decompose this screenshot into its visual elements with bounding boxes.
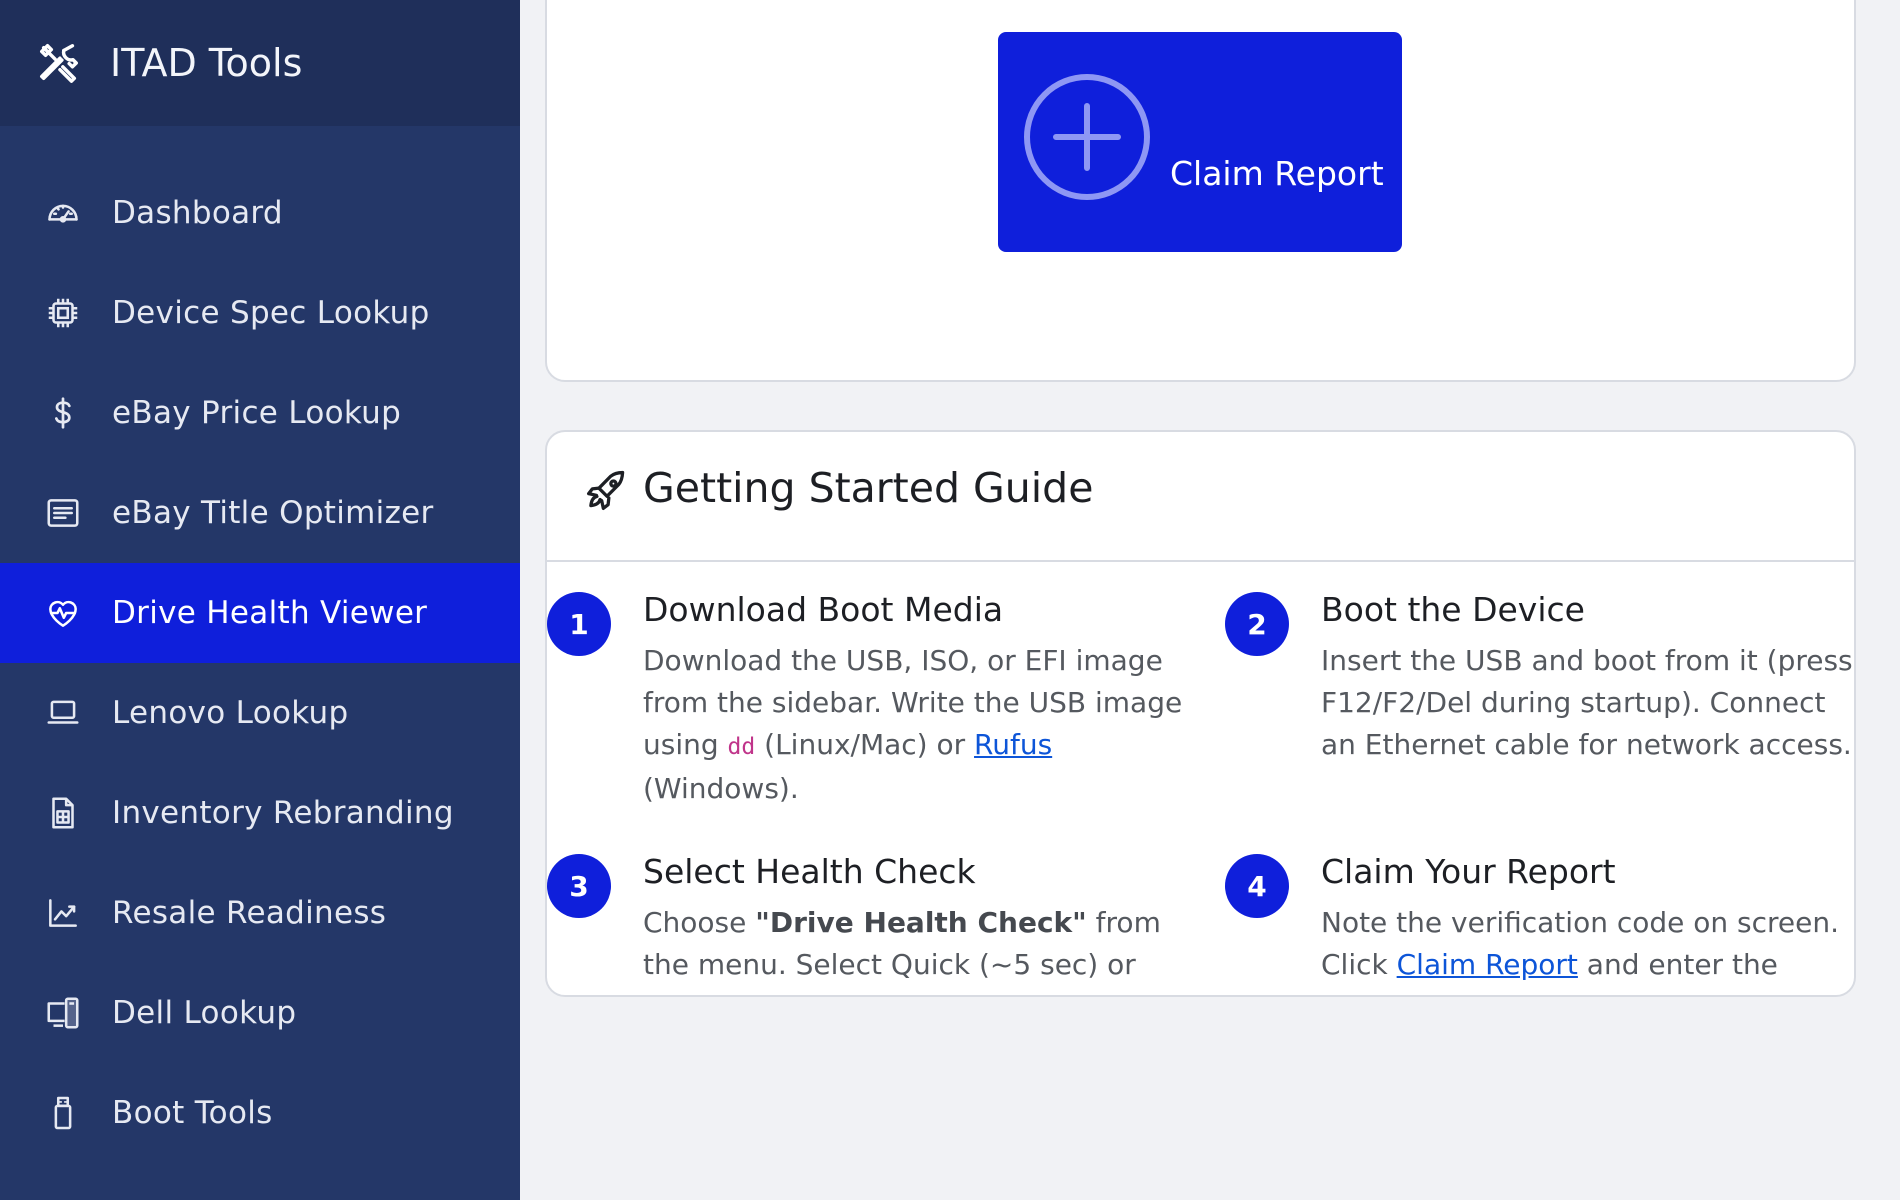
- heart-pulse-icon: [49, 600, 77, 627]
- sidebar-item-inventory-rebranding[interactable]: Inventory Rebranding: [0, 763, 520, 863]
- dollar-icon: [55, 397, 71, 429]
- sidebar-item-label: Inventory Rebranding: [112, 795, 454, 831]
- step-description: Choose "Drive Health Check" from the men…: [643, 902, 1183, 995]
- sidebar-item-boot-tools[interactable]: Boot Tools: [0, 1063, 520, 1163]
- sidebar-item-label: Dell Lookup: [112, 995, 297, 1031]
- sidebar-nav: Dashboard Device Spec Lookup eBay Price …: [0, 163, 520, 1163]
- brand[interactable]: ITAD Tools: [0, 0, 520, 126]
- laptop-icon: [47, 700, 79, 724]
- spreadsheet-file-icon: [52, 797, 74, 829]
- claim-report-label: Claim Report: [1170, 154, 1384, 193]
- sidebar-item-label: Drive Health Viewer: [112, 595, 428, 631]
- step-text-part: Choose: [643, 906, 756, 939]
- step-title: Boot the Device: [1321, 590, 1585, 629]
- sidebar-item-label: Lenovo Lookup: [112, 695, 349, 731]
- sidebar-item-ebay-price-lookup[interactable]: eBay Price Lookup: [0, 363, 520, 463]
- claim-report-link[interactable]: Claim Report: [1397, 948, 1578, 981]
- trend-chart-icon: [49, 899, 77, 927]
- sidebar-item-drive-health-viewer[interactable]: Drive Health Viewer: [0, 563, 520, 663]
- sidebar-item-label: Dashboard: [112, 195, 283, 231]
- dd-command-code: dd: [727, 734, 756, 760]
- sidebar-item-ebay-title-optimizer[interactable]: eBay Title Optimizer: [0, 463, 520, 563]
- tools-icon: [40, 44, 78, 83]
- step-text-part: (Windows).: [643, 772, 799, 805]
- devices-icon: [47, 997, 79, 1029]
- drive-health-check-emphasis: "Drive Health Check": [755, 906, 1087, 939]
- usb-drive-icon: [54, 1096, 72, 1130]
- dashboard-gauge-icon: [48, 204, 78, 223]
- step-number-badge: 4: [1225, 854, 1289, 918]
- sidebar-item-label: Device Spec Lookup: [112, 295, 430, 331]
- step-title: Download Boot Media: [643, 590, 1004, 629]
- sidebar: ITAD Tools Dashboard Device Spec Lookup: [0, 0, 520, 1200]
- getting-started-card: Getting Started Guide 1 Download Boot Me…: [545, 430, 1856, 997]
- sidebar-item-lenovo-lookup[interactable]: Lenovo Lookup: [0, 663, 520, 763]
- brand-title: ITAD Tools: [110, 41, 303, 85]
- sidebar-item-dell-lookup[interactable]: Dell Lookup: [0, 963, 520, 1063]
- step-description: Insert the USB and boot from it (press F…: [1321, 644, 1853, 761]
- step-number-badge: 3: [547, 854, 611, 918]
- step-description: Download the USB, ISO, or EFI image from…: [643, 640, 1183, 810]
- plus-circle-icon: [1024, 74, 1150, 200]
- rocket-icon: [587, 470, 625, 510]
- sidebar-item-dashboard[interactable]: Dashboard: [0, 163, 520, 263]
- sidebar-item-label: eBay Price Lookup: [112, 395, 402, 431]
- sidebar-item-device-spec-lookup[interactable]: Device Spec Lookup: [0, 263, 520, 363]
- step-number-badge: 2: [1225, 592, 1289, 656]
- step-text-part: (Linux/Mac) or: [755, 728, 975, 761]
- sidebar-item-label: Boot Tools: [112, 1095, 273, 1131]
- guide-header: Getting Started Guide: [547, 432, 1854, 562]
- step-title: Claim Your Report: [1321, 852, 1616, 891]
- cpu-chip-icon: [48, 298, 78, 328]
- guide-title: Getting Started Guide: [643, 464, 1094, 512]
- step-number-badge: 1: [547, 592, 611, 656]
- rufus-link[interactable]: Rufus: [974, 728, 1052, 761]
- step-description: Note the verification code on screen. Cl…: [1321, 902, 1854, 995]
- sidebar-item-label: Resale Readiness: [112, 895, 387, 931]
- sidebar-item-resale-readiness[interactable]: Resale Readiness: [0, 863, 520, 963]
- claim-report-button[interactable]: Claim Report: [998, 32, 1402, 252]
- step-title: Select Health Check: [643, 852, 976, 891]
- text-lines-icon: [47, 499, 79, 527]
- sidebar-item-label: eBay Title Optimizer: [112, 495, 434, 531]
